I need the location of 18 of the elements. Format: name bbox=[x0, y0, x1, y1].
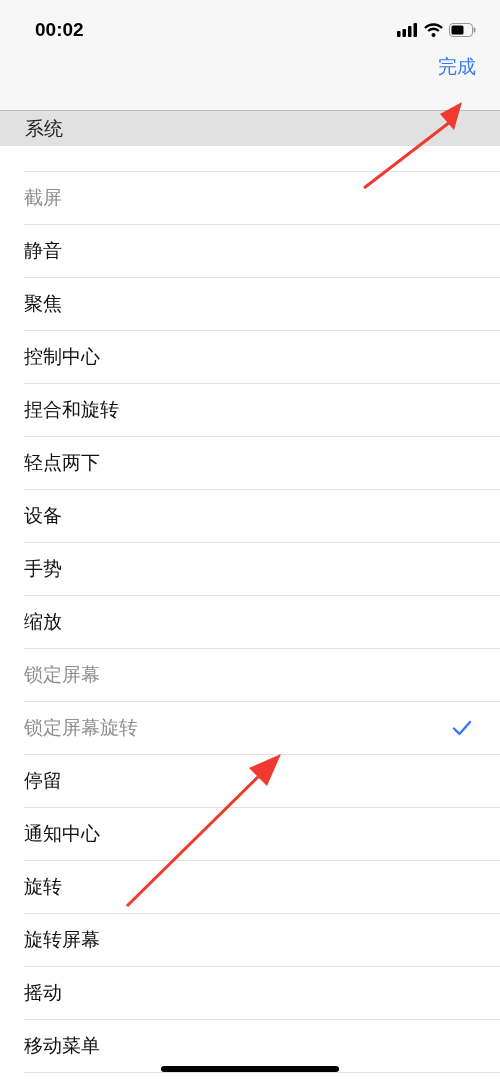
section-title: 系统 bbox=[25, 115, 63, 141]
list-item[interactable]: 缩放 bbox=[24, 596, 500, 649]
list-item[interactable]: 静音 bbox=[24, 225, 500, 278]
list-item[interactable]: 轻点两下 bbox=[24, 437, 500, 490]
list-item[interactable]: 通知中心 bbox=[24, 808, 500, 861]
wifi-icon bbox=[424, 23, 443, 37]
list-item[interactable]: 旋转 bbox=[24, 861, 500, 914]
signal-icon bbox=[397, 23, 418, 37]
done-button[interactable]: 完成 bbox=[438, 54, 476, 80]
status-time: 00:02 bbox=[35, 19, 84, 41]
list-item[interactable]: 捏合和旋转 bbox=[24, 384, 500, 437]
list-item[interactable]: 旋转屏幕 bbox=[24, 914, 500, 967]
list-item[interactable]: 聚焦 bbox=[24, 278, 500, 331]
battery-icon bbox=[449, 23, 476, 37]
list-item[interactable]: 手势 bbox=[24, 543, 500, 596]
list-item[interactable]: 摇动 bbox=[24, 967, 500, 1020]
list-item[interactable]: 控制中心 bbox=[24, 331, 500, 384]
list-item[interactable]: 设备 bbox=[24, 490, 500, 543]
